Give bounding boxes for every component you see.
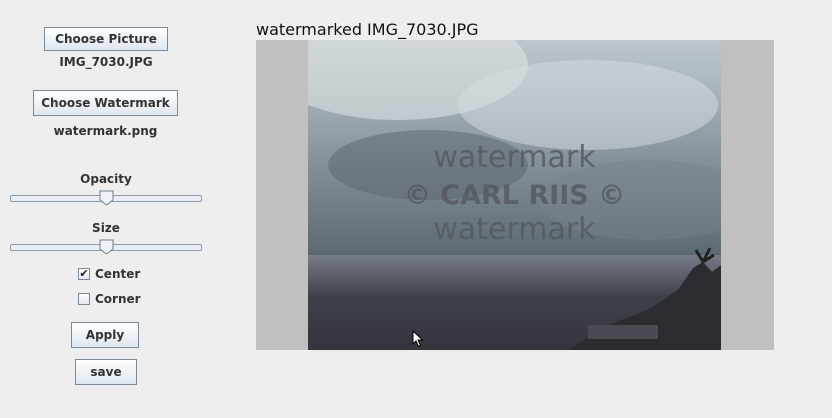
size-slider-thumb[interactable] — [99, 239, 114, 255]
apply-button[interactable]: Apply — [71, 322, 139, 348]
preview-title: watermarked IMG_7030.JPG — [256, 20, 479, 39]
opacity-label: Opacity — [80, 172, 132, 186]
corner-label[interactable]: Corner — [95, 292, 141, 306]
center-checkbox[interactable]: ✔ — [78, 268, 90, 280]
corner-checkbox[interactable] — [78, 293, 90, 305]
watermark-line-2: © CARL RIIS © — [403, 180, 626, 211]
center-label[interactable]: Center — [95, 267, 140, 281]
save-button[interactable]: save — [75, 359, 137, 385]
picture-filename: IMG_7030.JPG — [59, 55, 153, 69]
preview-image: watermark © CARL RIIS © watermark — [308, 40, 721, 350]
preview-area: watermark © CARL RIIS © watermark — [256, 40, 774, 350]
choose-picture-button[interactable]: Choose Picture — [44, 27, 168, 51]
watermark-line-1: watermark — [433, 140, 596, 175]
checkmark-icon: ✔ — [79, 267, 89, 280]
size-label: Size — [92, 221, 120, 235]
choose-watermark-button[interactable]: Choose Watermark — [33, 90, 178, 116]
watermark-line-3: watermark — [433, 212, 596, 247]
mouse-pointer-icon — [412, 330, 424, 348]
watermark-filename: watermark.png — [53, 124, 158, 138]
opacity-slider-thumb[interactable] — [99, 190, 114, 206]
